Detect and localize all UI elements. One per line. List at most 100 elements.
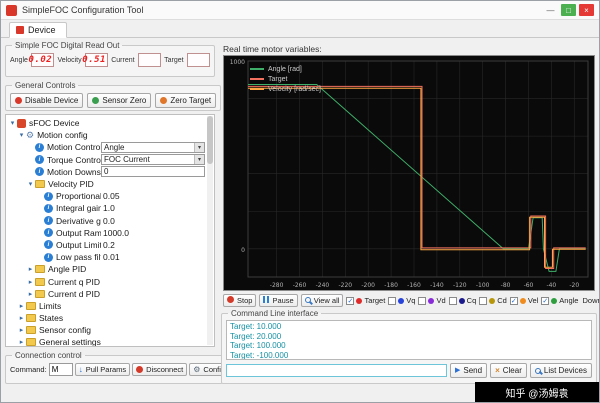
tree-row-integral-gain[interactable]: i Integral gain 1.0 <box>8 202 205 214</box>
checkbox-vel[interactable]: ✓ <box>509 296 518 305</box>
maximize-icon[interactable]: □ <box>561 4 576 16</box>
expander-icon[interactable]: ▾ <box>8 119 17 127</box>
watermark: 知乎 @汤姆袁 <box>475 382 599 402</box>
tree-row-limits[interactable]: ▸ Limits <box>8 300 205 312</box>
clear-icon: × <box>495 365 500 375</box>
sensor-zero-button[interactable]: Sensor Zero <box>87 93 152 108</box>
disable-device-button[interactable]: Disable Device <box>10 93 84 108</box>
tree-row-low-pass-filter[interactable]: iLow pass filter0.01 <box>8 251 205 263</box>
button-label: Zero Target <box>170 96 212 105</box>
chart-controls: Stop Pause View all ✓ Target Vq Vd Cq Cd ✓ Vel ✓… <box>223 294 599 307</box>
tree-row-general-settings[interactable]: ▸ General settings <box>8 336 205 347</box>
tree-value-input[interactable]: 0 <box>101 166 205 178</box>
series-toggle-label: Cq <box>466 296 477 305</box>
expander-icon[interactable]: ▸ <box>17 326 26 334</box>
readout-label-velocity: Velocity <box>57 56 82 64</box>
svg-text:-140: -140 <box>430 282 444 289</box>
tree-row-sfoc-device[interactable]: ▾ sFOC Device <box>8 117 205 129</box>
checkbox-vd[interactable] <box>418 296 427 305</box>
tree-item-label: Sensor config <box>39 325 91 336</box>
checkbox-cd[interactable] <box>479 296 488 305</box>
series-color-dot <box>356 297 363 304</box>
tree-item-label: Angle PID <box>48 264 87 275</box>
chevron-down-icon: ▾ <box>194 142 204 152</box>
stop-button[interactable]: Stop <box>223 294 257 307</box>
tree-item-label: General settings <box>39 337 101 347</box>
tree-row-proportional-gain[interactable]: iProportional gain0.05 <box>8 190 205 202</box>
cli-group: Command Line interface Target: 10.000 Tar… <box>221 309 597 384</box>
tree-value-select[interactable]: Angle ▾ <box>101 141 205 153</box>
chart-legend: Angle [rad] Target Velocity [rad/sec] <box>250 64 321 94</box>
send-button[interactable]: ▶ Send <box>450 363 488 378</box>
tree-row-angle-pid[interactable]: ▸ Angle PID <box>8 263 205 275</box>
svg-text:-200: -200 <box>361 282 375 289</box>
tree-row-output-limit[interactable]: i Output Limit 0.2 <box>8 239 205 251</box>
cli-input[interactable] <box>226 364 447 377</box>
legend-item: Velocity [rad/sec] <box>250 84 321 94</box>
tree-row-motion-control-type[interactable]: iMotion Control TypeAngle ▾ <box>8 141 205 153</box>
folder-icon <box>35 289 45 298</box>
expander-icon[interactable]: ▾ <box>17 131 26 139</box>
tree-value: 0.2 <box>103 239 115 250</box>
expander-icon[interactable]: ▸ <box>26 265 35 273</box>
window-controls: — □ × <box>543 4 594 16</box>
pause-button[interactable]: Pause <box>259 294 298 307</box>
expander-icon[interactable]: ▸ <box>17 314 26 322</box>
tree-row-current-d-pid[interactable]: ▸ Current d PID <box>8 288 205 300</box>
view-all-button[interactable]: View all <box>300 294 344 307</box>
tree-row-current-q-pid[interactable]: ▸ Current q PID <box>8 275 205 287</box>
checkbox-vq[interactable] <box>388 296 397 305</box>
tree-row-motion-config[interactable]: ▾ ⚙ Motion config <box>8 129 205 141</box>
svg-text:-280: -280 <box>270 282 284 289</box>
tree-value: 0.0 <box>103 215 115 226</box>
tree-row-sensor-config[interactable]: ▸ Sensor config <box>8 324 205 336</box>
legend-line-sample <box>250 68 264 70</box>
zero-target-button[interactable]: Zero Target <box>155 93 217 108</box>
close-icon[interactable]: × <box>579 4 594 16</box>
configure-icon: ⚙ <box>193 364 201 374</box>
general-controls-buttons: Disable Device Sensor Zero Zero Target <box>10 93 217 108</box>
expander-icon[interactable]: ▸ <box>17 338 26 346</box>
cli-buttons: ▶ Send × Clear List Devices <box>450 363 592 378</box>
realtime-chart[interactable]: -280 -260 -240 -220 -200 -180 -160 -140 -120 -100… <box>223 55 595 291</box>
clear-button[interactable]: × Clear <box>490 363 527 378</box>
cli-output[interactable]: Target: 10.000 Target: 20.000 Target: 100.… <box>226 320 592 360</box>
tree-row-derivative-gain[interactable]: iDerivative gain0.0 <box>8 215 205 227</box>
list-devices-button[interactable]: List Devices <box>529 363 592 378</box>
checkbox-angle[interactable]: ✓ <box>541 296 550 305</box>
disconnect-button[interactable]: Disconnect <box>132 363 188 376</box>
readout-fields: Angle 0.02 Velocity 0.51 Current Target <box>10 53 210 67</box>
tree-row-velocity-pid[interactable]: ▾ Velocity PID <box>8 178 205 190</box>
command-input[interactable] <box>48 363 73 376</box>
tree-row-motion-downsample[interactable]: iMotion Downsample0 <box>8 166 205 178</box>
checkbox-cq[interactable] <box>448 296 457 305</box>
tree-scrollbar[interactable] <box>207 116 213 345</box>
series-toggle-vd: Vd <box>418 296 446 305</box>
svg-text:0: 0 <box>241 247 245 254</box>
checkbox-target[interactable]: ✓ <box>346 296 355 305</box>
tab-device[interactable]: Device <box>9 22 67 38</box>
expander-icon[interactable]: ▸ <box>26 278 35 286</box>
tree-row-states[interactable]: ▸ States <box>8 312 205 324</box>
button-label: Clear <box>502 366 522 375</box>
expander-icon[interactable]: ▾ <box>26 180 35 188</box>
pull-params-button[interactable]: ↓ Pull Params <box>74 363 131 376</box>
tree-item-label: Velocity PID <box>48 179 94 190</box>
chip-icon <box>17 118 26 128</box>
cli-line: Target: 10.000 <box>230 322 282 331</box>
tree-row-output-ramp[interactable]: iOutput Ramp1000.0 <box>8 227 205 239</box>
tree-item-label: Current q PID <box>48 276 100 287</box>
tree-value-select[interactable]: FOC Current ▾ <box>101 154 205 166</box>
series-toggle-label: Angle <box>559 296 579 305</box>
disable-device-icon <box>15 97 22 104</box>
general-controls-title: General Controls <box>15 81 76 90</box>
tree-row-torque-control-type[interactable]: iTorque Control TypeFOC Current ▾ <box>8 154 205 166</box>
readout-value-angle: 0.02 <box>28 53 55 67</box>
expander-icon[interactable]: ▸ <box>26 290 35 298</box>
expander-icon[interactable]: ▸ <box>17 302 26 310</box>
view-all-button-label: View all <box>313 296 340 305</box>
list-devices-icon <box>534 367 541 374</box>
tree-scrollbar-thumb[interactable] <box>207 116 213 164</box>
minimize-icon[interactable]: — <box>543 4 558 16</box>
digital-readout-group: Simple FOC Digital Read Out Angle 0.02 Vel… <box>5 41 215 77</box>
